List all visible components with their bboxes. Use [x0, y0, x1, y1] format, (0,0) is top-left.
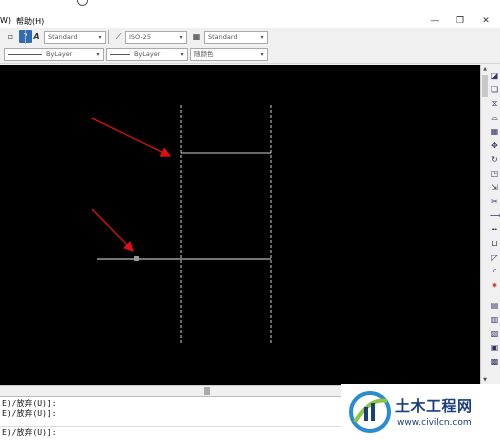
- watermark: 土木工程网 www.civilcn.com: [341, 384, 500, 439]
- command-history-line: E)/放弃(U)]:: [2, 399, 57, 408]
- minimize-icon[interactable]: —: [426, 15, 444, 27]
- grip-point[interactable]: [134, 256, 139, 261]
- menu-item-window[interactable]: W): [0, 16, 11, 25]
- menu-bar: W) 帮助(H) — ❐ ✕: [0, 14, 500, 29]
- red-arrow-upper: [91, 117, 172, 157]
- move-icon[interactable]: ✥: [490, 141, 499, 150]
- lineweight-select[interactable]: ByLayer ▾: [106, 48, 188, 61]
- chevron-down-icon: ▾: [98, 34, 102, 41]
- line-sample: [8, 53, 42, 55]
- command-history-line: E)/放弃(U)]:: [2, 409, 57, 418]
- plot-color-value: 随颜色: [194, 50, 214, 58]
- table-style-icon[interactable]: ▦: [190, 30, 203, 43]
- text-style-select[interactable]: Standard ▾: [44, 31, 106, 44]
- civilcn-logo-icon: [349, 391, 391, 433]
- circle-icon: [77, 0, 88, 6]
- linetype-value: ByLayer: [46, 50, 73, 58]
- chamfer-icon[interactable]: ◸: [490, 253, 499, 262]
- watermark-url: www.civilcn.com: [397, 418, 472, 428]
- menu-item-help[interactable]: 帮助(H): [16, 16, 44, 27]
- scale-icon[interactable]: ◳: [490, 169, 499, 178]
- chevron-down-icon: ▾: [180, 51, 184, 58]
- splitter-grip[interactable]: [204, 387, 210, 395]
- array-icon[interactable]: ▦: [490, 127, 499, 136]
- chevron-down-icon: ▾: [179, 34, 183, 41]
- dim-style-icon[interactable]: ⟋: [112, 30, 125, 43]
- drawing-canvas[interactable]: [0, 65, 480, 385]
- scroll-down-icon[interactable]: ▼: [481, 376, 489, 384]
- erase-icon[interactable]: ◪: [490, 71, 499, 80]
- drawing-svg: [91, 105, 272, 344]
- break-icon[interactable]: ╍: [490, 225, 499, 234]
- offset-icon[interactable]: ⌓: [490, 113, 499, 122]
- table-style-value: Standard: [208, 33, 238, 41]
- rotate-icon[interactable]: ↻: [490, 155, 499, 164]
- text-style-icon[interactable]: A: [30, 30, 43, 43]
- scroll-up-icon[interactable]: ▲: [481, 65, 489, 73]
- explode-icon[interactable]: ✷: [490, 281, 499, 290]
- dim-style-value: ISO-25: [129, 33, 151, 41]
- layer-icon[interactable]: ▤: [490, 301, 499, 310]
- properties-toolbar: ByLayer ▾ ByLayer ▾ 随颜色 ▾: [0, 46, 500, 64]
- trim-icon[interactable]: ✂: [490, 197, 499, 206]
- block-icon[interactable]: ▣: [490, 343, 499, 352]
- extend-icon[interactable]: ⟶: [490, 211, 500, 220]
- lineweight-value: ByLayer: [134, 50, 161, 58]
- styles-toolbar: ▫ ? A Standard ▾ ⟋ ISO-25 ▾ ▦ Standard ▾: [0, 28, 500, 47]
- plot-color-select[interactable]: 随颜色 ▾: [190, 48, 268, 61]
- insert-icon[interactable]: ▩: [490, 357, 499, 366]
- toolbar-icon[interactable]: ▫: [4, 30, 17, 43]
- fillet-icon[interactable]: ◜: [490, 267, 499, 276]
- chevron-down-icon: ▾: [260, 34, 264, 41]
- match-properties-icon[interactable]: ▧: [490, 329, 499, 338]
- line-sample: [110, 53, 130, 55]
- command-prompt: E)/放弃(U)]:: [2, 428, 57, 437]
- linetype-select[interactable]: ByLayer ▾: [4, 48, 104, 61]
- watermark-brand: 土木工程网: [395, 397, 473, 415]
- restore-icon[interactable]: ❐: [451, 15, 469, 27]
- stretch-icon[interactable]: ⇲: [490, 183, 499, 192]
- chevron-down-icon: ▾: [260, 51, 264, 58]
- properties-icon[interactable]: ▥: [490, 315, 499, 324]
- chevron-down-icon: ▾: [96, 51, 100, 58]
- join-icon[interactable]: ⊔: [490, 239, 499, 248]
- text-style-value: Standard: [48, 33, 78, 41]
- red-arrow-lower: [91, 208, 134, 252]
- vertical-scrollbar[interactable]: ▲ ▼: [480, 65, 489, 385]
- dim-style-select[interactable]: ISO-25 ▾: [125, 31, 187, 44]
- table-style-select[interactable]: Standard ▾: [204, 31, 268, 44]
- mirror-icon[interactable]: ⧖: [490, 99, 499, 108]
- copy-icon[interactable]: ❏: [490, 85, 499, 94]
- title-bar: [0, 0, 500, 14]
- close-icon[interactable]: ✕: [477, 15, 495, 27]
- scroll-thumb[interactable]: [482, 75, 488, 97]
- modify-toolbar: ◪ ❏ ⧖ ⌓ ▦ ✥ ↻ ◳ ⇲ ✂ ⟶ ╍ ⊔ ◸ ◜ ✷ ▤ ▥ ▧ ▣ …: [489, 65, 500, 390]
